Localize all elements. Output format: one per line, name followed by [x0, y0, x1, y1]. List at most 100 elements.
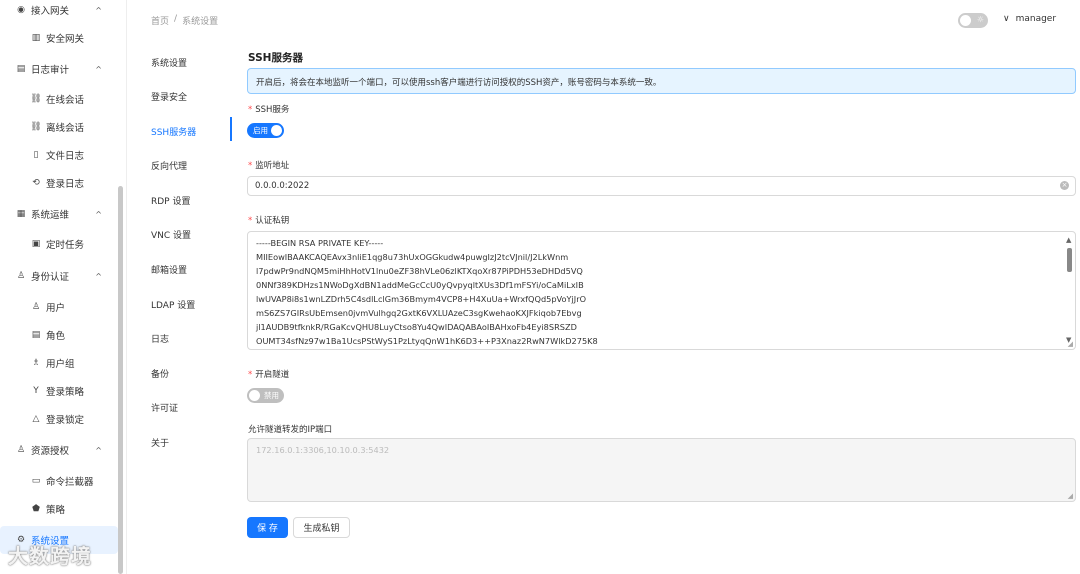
private-key-line: mS6ZS7GIRsUbEmsen0jvmVulhgq2GxtK6VXLUAze…: [256, 308, 582, 318]
theme-toggle[interactable]: ☼: [958, 13, 988, 28]
chevron-up-icon: ^: [95, 64, 102, 74]
file-icon: ▯: [33, 150, 39, 160]
sidebar-item-label: 文件日志: [46, 151, 85, 162]
sidebar: ◉ 接入网关 ^ ▥ 安全网关 ▤ 日志审计 ^ ⛓ 在线会话 ⛓ 离线会话 ▯ 文件日志 ⟲ 登录日志 ▦ 系统…: [0, 0, 127, 574]
task-icon: ▣: [31, 239, 41, 249]
username: manager: [1015, 14, 1057, 24]
settings-nav-item[interactable]: 登录安全: [151, 90, 187, 103]
settings-nav-item[interactable]: 日志: [151, 332, 169, 345]
private-key-label-text: 认证私钥: [255, 216, 290, 226]
sidebar-item[interactable]: ▤ 角色: [0, 321, 118, 349]
tunnel-ports-placeholder: 172.16.0.1:3306,10.10.0.3:5432: [256, 445, 390, 455]
sidebar-item[interactable]: ⛓ 在线会话: [0, 85, 118, 113]
sidebar-item[interactable]: ♙ 用户: [0, 293, 118, 321]
settings-nav-item[interactable]: VNC 设置: [151, 228, 191, 241]
login-icon: ⟲: [32, 178, 40, 188]
eye-icon: ◉: [17, 5, 25, 15]
tunnel-ports-label: 允许隧道转发的IP端口: [248, 425, 333, 435]
app-root: ◉ 接入网关 ^ ▥ 安全网关 ▤ 日志审计 ^ ⛓ 在线会话 ⛓ 离线会话 ▯ 文件日志 ⟲ 登录日志 ▦ 系统…: [0, 0, 1080, 574]
sidebar-item[interactable]: ⟲ 登录日志: [0, 169, 118, 197]
user-icon: ♙: [16, 445, 26, 455]
sidebar-item[interactable]: ▭ 命令拦截器: [0, 467, 118, 495]
settings-nav-item[interactable]: LDAP 设置: [151, 298, 195, 311]
gateway-icon: ▥: [31, 33, 41, 43]
sidebar-item[interactable]: ⛓ 离线会话: [0, 113, 118, 141]
scroll-up-icon[interactable]: ▲: [1066, 236, 1071, 244]
sidebar-item[interactable]: ▣ 定时任务: [0, 230, 118, 258]
breadcrumb-home[interactable]: 首页: [151, 14, 169, 27]
private-key-line: 0NNf389KDHzs1NWoDgXdBN1addMeGcCcU0yQvpyq…: [256, 280, 584, 290]
save-button[interactable]: 保 存: [247, 517, 288, 538]
ssh-service-label: * SSH服务: [248, 103, 289, 115]
settings-nav-item[interactable]: 备份: [151, 367, 169, 380]
role-icon: ▤: [31, 330, 41, 340]
ssh-service-label-text: SSH服务: [255, 105, 290, 115]
log-icon: ▤: [16, 64, 26, 74]
textarea-scrollbar[interactable]: ▲ ▼: [1066, 236, 1073, 344]
sidebar-item-label: 用户: [46, 303, 66, 314]
sidebar-item[interactable]: ♙ 资源授权 ^: [0, 436, 118, 464]
resize-handle-icon[interactable]: ◢: [1068, 340, 1073, 348]
required-mark: *: [248, 161, 253, 171]
sidebar-item-label: 用户组: [46, 359, 75, 370]
resize-handle-icon[interactable]: ◢: [1068, 492, 1073, 500]
sidebar-item-label: 接入网关: [31, 6, 70, 17]
sidebar-item[interactable]: ◉ 接入网关 ^: [0, 0, 118, 24]
settings-nav-item[interactable]: 邮箱设置: [151, 263, 187, 276]
sidebar-item-label: 登录日志: [46, 179, 85, 190]
settings-nav-item[interactable]: 关于: [151, 436, 169, 449]
listen-addr-label: * 监听地址: [248, 159, 289, 171]
generate-key-button[interactable]: 生成私钥: [293, 517, 350, 538]
sidebar-item[interactable]: △ 登录锁定: [0, 405, 118, 433]
tunnel-label-text: 开启隧道: [255, 370, 290, 380]
sidebar-item-label: 登录锁定: [46, 415, 85, 426]
users-icon: ♗: [31, 358, 41, 368]
listen-addr-input[interactable]: 0.0.0.0:2022 ×: [247, 176, 1076, 196]
breadcrumb-separator: /: [174, 14, 178, 24]
sidebar-item[interactable]: ♗ 用户组: [0, 349, 118, 377]
sidebar-scrollbar[interactable]: [118, 186, 123, 574]
sidebar-item-label: 系统运维: [31, 210, 70, 221]
required-mark: *: [248, 216, 253, 226]
sidebar-item-label: 命令拦截器: [46, 477, 94, 488]
shield-icon: ⬟: [32, 504, 40, 514]
switch-knob: [271, 125, 282, 136]
settings-nav-item[interactable]: RDP 设置: [151, 194, 190, 207]
clear-icon[interactable]: ×: [1060, 181, 1069, 190]
sidebar-item[interactable]: ▥ 安全网关: [0, 24, 118, 52]
tunnel-switch[interactable]: 禁用: [247, 388, 284, 403]
warning-icon: △: [32, 414, 40, 424]
chevron-up-icon: ^: [95, 5, 102, 15]
sidebar-item[interactable]: ♙ 身份认证 ^: [0, 262, 118, 290]
sidebar-item-label: 定时任务: [46, 240, 85, 251]
settings-nav-item[interactable]: 许可证: [151, 401, 178, 414]
private-key-label: * 认证私钥: [248, 214, 289, 226]
user-icon: ♙: [31, 302, 41, 312]
sidebar-item-label: 策略: [46, 505, 66, 516]
unlink-icon: ⛓: [30, 122, 42, 132]
info-alert: 开启后，将会在本地监听一个端口，可以使用ssh客户端进行访问授权的SSH资产，账…: [247, 68, 1076, 94]
private-key-line: lwUVAP8i8s1wnLZDrh5C4sdlLclGm36Bmym4VCP8…: [256, 294, 587, 304]
sidebar-item[interactable]: ▯ 文件日志: [0, 141, 118, 169]
private-key-line: jl1AUDB9tfknkR/RGaKcvQHU8LuyCtso8Yu4QwID…: [256, 322, 577, 332]
settings-nav-item[interactable]: SSH服务器: [151, 125, 196, 138]
scroll-thumb[interactable]: [1067, 248, 1072, 272]
settings-nav-item[interactable]: 系统设置: [151, 56, 187, 69]
tunnel-ports-textarea[interactable]: 172.16.0.1:3306,10.10.0.3:5432 ◢: [247, 438, 1076, 502]
chevron-up-icon: ^: [95, 271, 102, 281]
tunnel-label: * 开启隧道: [248, 368, 289, 380]
strategy-icon: Y: [33, 386, 39, 396]
settings-nav-item[interactable]: 反向代理: [151, 159, 187, 172]
sidebar-item[interactable]: ⬟ 策略: [0, 495, 118, 523]
switch-state-text: 禁用: [264, 391, 279, 400]
settings-nav-active-indicator: [230, 117, 232, 141]
switch-knob: [249, 390, 260, 401]
user-menu[interactable]: ∨ manager: [1003, 14, 1056, 24]
sidebar-item[interactable]: Y 登录策略: [0, 377, 118, 405]
private-key-textarea[interactable]: -----BEGIN RSA PRIVATE KEY----- MIIEowIBA…: [247, 231, 1076, 350]
sidebar-item[interactable]: ▤ 日志审计 ^: [0, 55, 118, 83]
sidebar-item-label: 身份认证: [31, 272, 70, 283]
sidebar-item[interactable]: ▦ 系统运维 ^: [0, 200, 118, 228]
sidebar-item-label: 登录策略: [46, 387, 85, 398]
ssh-service-switch[interactable]: 启用: [247, 123, 284, 138]
